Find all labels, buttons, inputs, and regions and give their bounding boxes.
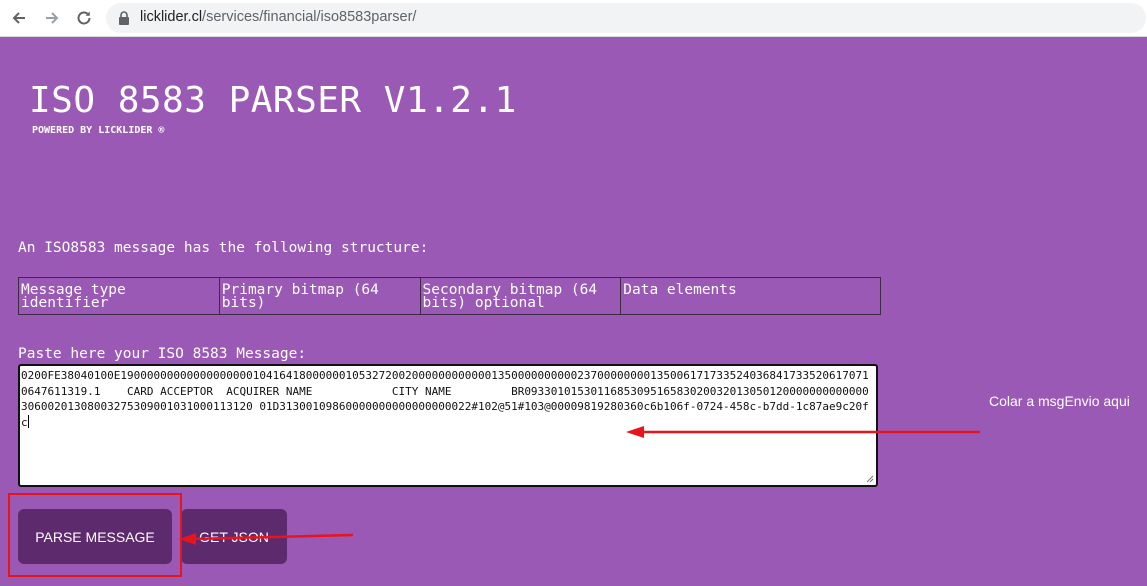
structure-cell-secondary-bitmap: Secondary bitmap (64 bits) optional [421,278,622,314]
text-caret [27,414,29,428]
highlight-box [8,493,182,577]
url-text[interactable]: licklider.cl/services/financial/iso8583p… [140,9,416,25]
message-text: 0200FE38040100E1900000000000000000010416… [21,369,869,429]
url-host: licklider.cl [140,9,203,25]
address-bar[interactable]: licklider.cl/services/financial/iso8583p… [106,3,1146,33]
structure-table: Message type identifier Primary bitmap (… [18,277,881,315]
structure-intro: An ISO8583 message has the following str… [18,240,429,256]
lock-icon[interactable] [118,11,130,25]
structure-cell-primary-bitmap: Primary bitmap (64 bits) [220,278,421,314]
forward-arrow-icon[interactable] [41,7,63,29]
annotation-text: Colar a msgEnvio aqui [989,393,1130,409]
get-json-button[interactable]: GET JSON [181,509,287,564]
browser-toolbar: licklider.cl/services/financial/iso8583p… [0,0,1147,37]
page-title: ISO 8583 PARSER V1.2.1 [29,80,517,121]
resize-grip-icon[interactable] [866,475,874,483]
message-textarea[interactable]: 0200FE38040100E1900000000000000000010416… [18,364,878,487]
structure-cell-mti: Message type identifier [19,278,220,314]
url-path: /services/financial/iso8583parser/ [202,9,417,25]
structure-cell-data-elements: Data elements [623,282,737,298]
page-subtitle: POWERED BY LICKLIDER ® [32,125,165,136]
paste-label: Paste here your ISO 8583 Message: [18,346,307,362]
reload-icon[interactable] [73,7,95,29]
back-arrow-icon[interactable] [8,7,30,29]
